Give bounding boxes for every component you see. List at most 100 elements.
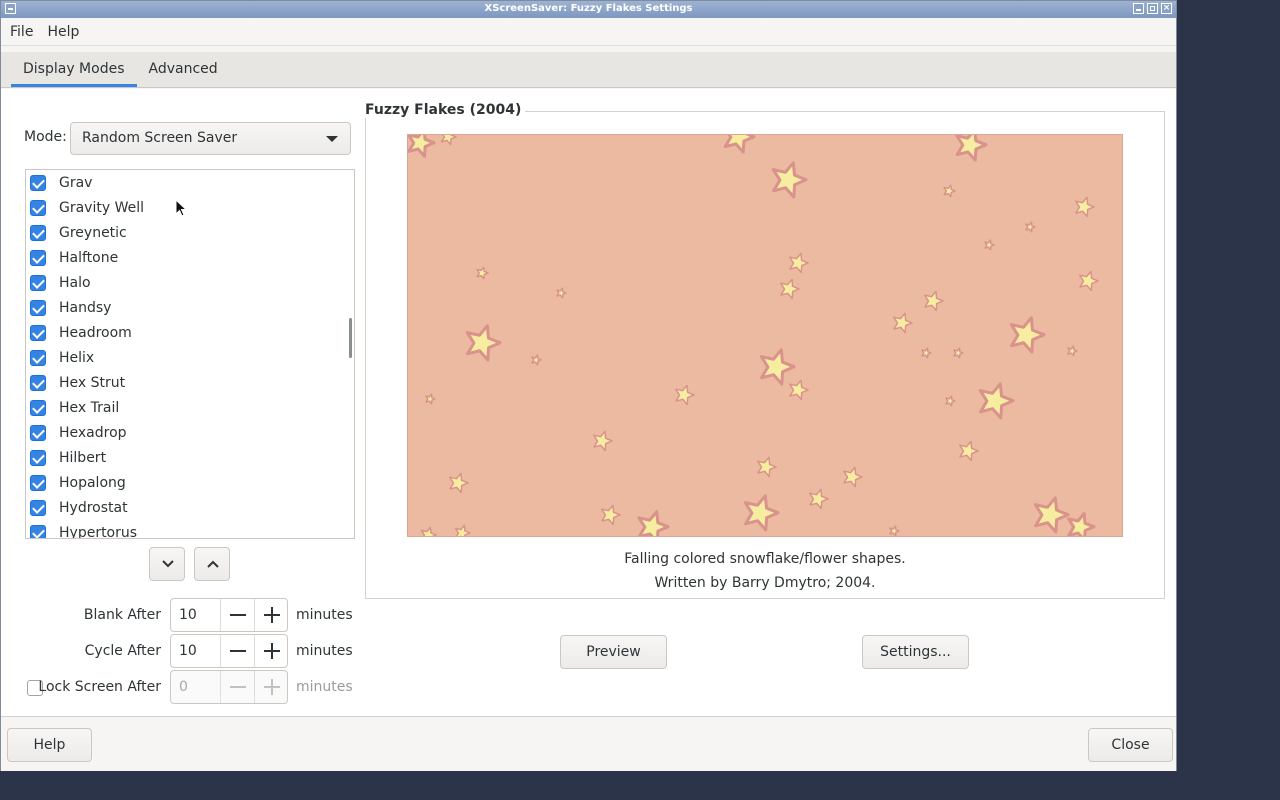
list-item[interactable]: Gravity Well <box>26 195 354 220</box>
list-item[interactable]: Helix <box>26 345 354 370</box>
mode-label: Mode: <box>24 129 67 145</box>
list-item[interactable]: Halftone <box>26 245 354 270</box>
flake-shape <box>420 526 437 536</box>
cycle-after-unit: minutes <box>296 643 353 659</box>
cycle-after-spinner[interactable]: 10 <box>170 634 288 668</box>
menu-help[interactable]: Help <box>40 24 86 40</box>
saver-checkbox[interactable] <box>30 199 46 216</box>
saver-label: Helix <box>59 349 95 366</box>
saver-label: Halftone <box>59 249 119 266</box>
preview-author: Written by Barry Dmytro; 2004. <box>654 575 876 591</box>
minimize-icon[interactable] <box>1133 3 1144 14</box>
tab-advanced[interactable]: Advanced <box>137 52 230 87</box>
menu-bar: File Help <box>1 18 1176 46</box>
saver-checkbox[interactable] <box>30 499 46 516</box>
blank-after-label: Blank After <box>83 607 161 623</box>
list-item[interactable]: Hexadrop <box>26 420 354 445</box>
flake-shape <box>889 525 900 536</box>
blank-after-decrement-icon[interactable] <box>220 599 253 631</box>
chevron-up-icon <box>207 560 219 568</box>
flake-shape <box>425 393 436 405</box>
list-item[interactable]: Halo <box>26 270 354 295</box>
saver-checkbox[interactable] <box>30 274 46 291</box>
flake-shape <box>809 488 829 510</box>
cycle-after-label: Cycle After <box>84 643 161 659</box>
flake-shape <box>743 494 780 532</box>
saver-checkbox[interactable] <box>30 349 46 366</box>
help-button[interactable]: Help <box>7 728 92 762</box>
blank-after-increment-icon[interactable] <box>253 599 287 631</box>
list-item[interactable]: Handsy <box>26 295 354 320</box>
cycle-after-increment-icon[interactable] <box>253 635 287 667</box>
mode-dropdown[interactable]: Random Screen Saver <box>70 122 351 155</box>
saver-checkbox[interactable] <box>30 474 46 491</box>
preview-button[interactable]: Preview <box>560 635 667 669</box>
saver-checkbox[interactable] <box>30 524 46 538</box>
maximize-icon[interactable] <box>1147 3 1158 14</box>
blank-after-spinner[interactable]: 10 <box>170 598 288 632</box>
list-item[interactable]: Hopalong <box>26 470 354 495</box>
saver-checkbox[interactable] <box>30 249 46 266</box>
next-saver-button[interactable] <box>149 547 185 581</box>
list-item[interactable]: Hypertorus <box>26 520 354 538</box>
lock-after-decrement-icon <box>220 671 253 703</box>
flake-shape <box>780 278 800 300</box>
flake-shape <box>953 347 964 359</box>
saver-checkbox[interactable] <box>30 424 46 441</box>
saver-checkbox[interactable] <box>30 374 46 391</box>
dialog-footer: Help Close <box>1 718 1176 771</box>
flake-shape <box>959 440 979 462</box>
flake-shape <box>465 324 502 362</box>
saver-label: Hex Trail <box>59 399 120 416</box>
window-menu-icon[interactable] <box>5 3 16 14</box>
saver-checkbox[interactable] <box>30 174 46 191</box>
preview-title: Fuzzy Flakes (2004) <box>365 102 526 118</box>
list-item[interactable]: Grav <box>26 170 354 195</box>
list-item[interactable]: Hex Trail <box>26 395 354 420</box>
flake-shape <box>843 466 863 488</box>
saver-checkbox[interactable] <box>30 299 46 316</box>
cycle-after-value[interactable]: 10 <box>171 635 220 667</box>
flake-shape <box>1033 496 1070 534</box>
saver-label: Greynetic <box>59 224 127 241</box>
saver-checkbox[interactable] <box>30 399 46 416</box>
flake-shape <box>1075 196 1095 218</box>
saver-label: Hilbert <box>59 449 107 466</box>
list-item[interactable]: Hilbert <box>26 445 354 470</box>
flake-shape <box>945 395 956 407</box>
saver-checkbox[interactable] <box>30 224 46 241</box>
flake-shape <box>757 456 777 478</box>
blank-after-value[interactable]: 10 <box>171 599 220 631</box>
cycle-after-decrement-icon[interactable] <box>220 635 253 667</box>
screensaver-list[interactable]: Grav Gravity Well Greynetic Halftone Halo Han… <box>25 169 355 539</box>
prev-saver-button[interactable] <box>194 547 230 581</box>
flake-shape <box>789 252 809 274</box>
mouse-pointer-icon <box>175 199 187 217</box>
saver-label: Hex Strut <box>59 374 126 391</box>
saver-checkbox[interactable] <box>30 449 46 466</box>
list-item[interactable]: Greynetic <box>26 220 354 245</box>
window-title: XScreenSaver: Fuzzy Flakes Settings <box>484 3 693 14</box>
flake-shape <box>449 472 469 494</box>
flake-shape <box>984 239 995 251</box>
flake-shape <box>408 135 436 158</box>
list-item[interactable]: Hydrostat <box>26 495 354 520</box>
lock-screen-label[interactable]: Lock Screen After <box>1 679 161 695</box>
menu-file[interactable]: File <box>3 24 40 40</box>
settings-button[interactable]: Settings... <box>862 635 969 669</box>
flake-shape <box>1067 512 1096 536</box>
tab-bar: Display Modes Advanced <box>1 52 1176 88</box>
flake-shape <box>531 354 542 366</box>
lock-after-unit: minutes <box>296 679 353 695</box>
list-item[interactable]: Headroom <box>26 320 354 345</box>
saver-checkbox[interactable] <box>30 324 46 341</box>
close-icon[interactable]: × <box>1161 3 1172 14</box>
close-button[interactable]: Close <box>1088 728 1173 762</box>
list-scrollbar[interactable] <box>349 318 352 358</box>
list-item[interactable]: Hex Strut <box>26 370 354 395</box>
saver-label: Gravity Well <box>59 199 144 216</box>
preview-description: Falling colored snowflake/flower shapes. <box>624 551 906 567</box>
lock-after-value: 0 <box>179 679 188 695</box>
preview-canvas <box>407 134 1123 537</box>
tab-display-modes[interactable]: Display Modes <box>11 52 137 87</box>
